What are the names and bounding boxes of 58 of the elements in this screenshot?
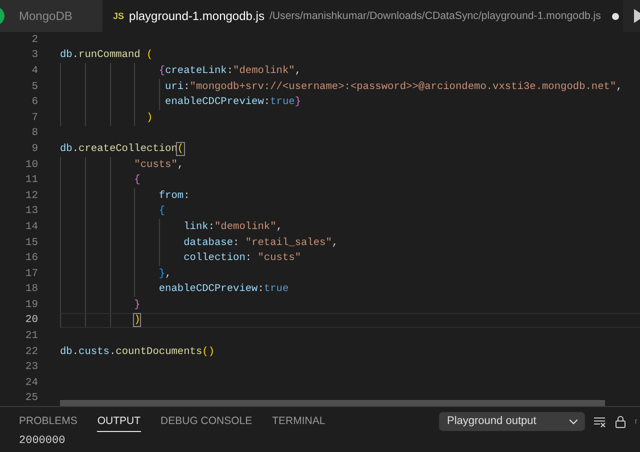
line-number: 11 [24, 174, 38, 186]
line-number: 22 [24, 346, 38, 358]
line-number: 25 [24, 392, 38, 404]
line-number: 7 [30, 112, 38, 124]
code-line: ) [146, 112, 153, 124]
line-number: 16 [24, 252, 38, 264]
code-line: db.custs.countDocuments() [60, 346, 215, 358]
code-line: {createLink:"demolink", [158, 64, 302, 77]
clear-output-icon[interactable] [593, 414, 606, 428]
leaf-icon [0, 8, 6, 24]
code-line: from: [158, 190, 190, 202]
line-number: 6 [30, 96, 38, 108]
panel-tab[interactable]: PROBLEMS [19, 410, 78, 432]
line-number: 12 [24, 190, 38, 202]
editor-tab[interactable]: MongoDB [0, 0, 103, 32]
line-number: 15 [24, 236, 38, 249]
code-line: db.runCommand ( [60, 49, 153, 62]
line-number: 23 [24, 361, 38, 374]
line-number: 4 [30, 64, 38, 77]
line-number: 13 [24, 205, 38, 218]
line-number: 14 [24, 220, 38, 233]
panel-tab[interactable]: DEBUG CONSOLE [160, 410, 252, 432]
line-number: 19 [24, 298, 38, 311]
file-path: /Users/manishkumar/Downloads/CDataSync/playground-1.mongodb.js [269, 10, 601, 22]
line-number: 2 [30, 34, 38, 46]
panel-tab[interactable]: TERMINAL [272, 410, 326, 432]
line-number: 17 [24, 268, 38, 280]
line-number: 21 [24, 330, 38, 342]
code-line: uri:"mongodb+srv://<username>:<password>>@arciondemo.vxsti3e.mongodb.net", [165, 80, 622, 93]
line-number: 10 [24, 158, 38, 171]
line-number: 3 [30, 49, 38, 62]
scrollbar[interactable] [60, 400, 605, 406]
output-channel-dropdown[interactable]: Playground output [439, 412, 585, 430]
code-line: enableCDCPreview:true} [165, 96, 302, 108]
code-line: }, [158, 268, 172, 280]
line-number: 9 [30, 142, 38, 155]
line-number: 18 [24, 283, 38, 296]
panel-tab[interactable]: OUTPUT [97, 410, 141, 432]
output-text: 2000000 [18, 435, 66, 447]
play-icon[interactable] [634, 9, 640, 23]
code-line: enableCDCPreview:true [158, 283, 289, 296]
line-number: 20 [24, 314, 38, 326]
unsaved-dot-icon [612, 12, 619, 20]
code-line: } [134, 298, 140, 311]
editor-tab[interactable]: JS playground-1.mongodb.js /Users/manishkumar/Downloads/CDataSync/playground-1.mongodb.js [103, 0, 624, 32]
code-line: ) [134, 314, 140, 326]
line-number: 8 [30, 127, 38, 140]
line-number: 24 [24, 376, 38, 389]
line-number: 5 [30, 80, 38, 93]
code-line: "custs", [134, 158, 184, 171]
js-file-icon: JS [113, 11, 124, 21]
code-line: database: "retail_sales", [184, 236, 338, 249]
lock-icon[interactable] [614, 414, 627, 428]
code-line: collection: "custs" [184, 252, 302, 264]
code-line: { [134, 174, 140, 186]
code-line: db.createCollection( [60, 142, 184, 155]
code-line: { [158, 205, 166, 218]
code-line: link:"demolink", [184, 220, 282, 233]
